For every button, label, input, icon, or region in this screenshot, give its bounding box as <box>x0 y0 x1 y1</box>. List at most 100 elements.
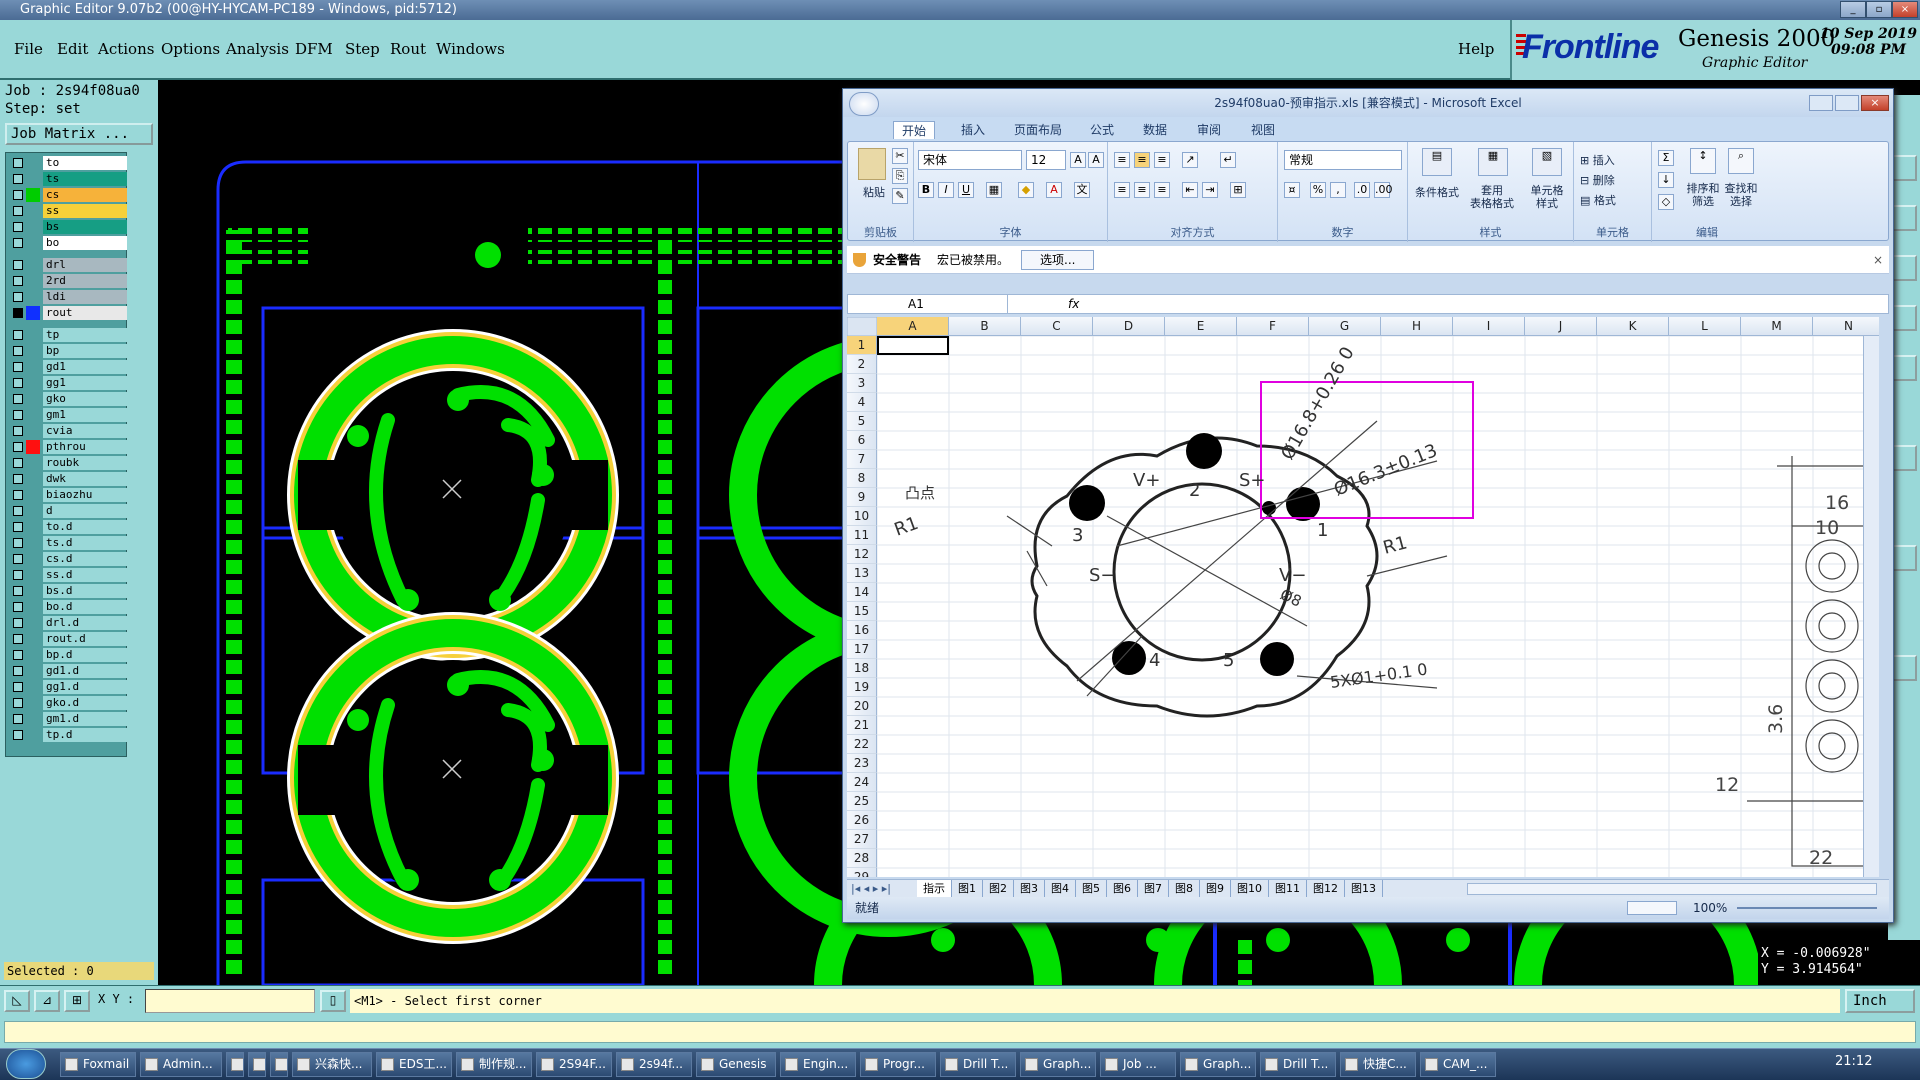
number-format-select[interactable]: 常规 <box>1284 150 1402 170</box>
autosum-icon[interactable]: Σ <box>1658 150 1674 166</box>
taskbar-button[interactable]: Job ... <box>1100 1052 1176 1077</box>
row-header[interactable]: 27 <box>847 830 877 849</box>
measure-icon[interactable]: ⊿ <box>34 990 60 1012</box>
layer-name[interactable]: bs.d <box>43 584 127 598</box>
layer-checkbox[interactable] <box>13 490 23 500</box>
percent-icon[interactable]: % <box>1310 182 1326 198</box>
layer-name[interactable]: tp.d <box>43 728 127 742</box>
layer-row-bo[interactable]: bo <box>8 235 128 251</box>
sheet-tab[interactable]: 图7 <box>1138 880 1169 898</box>
row-header[interactable]: 29 <box>847 868 877 877</box>
orientation-icon[interactable]: ↗ <box>1182 152 1198 168</box>
sheet-tab[interactable]: 图1 <box>952 880 983 898</box>
layer-row-pthrou[interactable]: pthrou <box>8 439 128 455</box>
layer-row-bs[interactable]: bs <box>8 219 128 235</box>
layer-checkbox[interactable] <box>13 474 23 484</box>
paste-icon[interactable] <box>858 148 886 180</box>
layer-checkbox[interactable] <box>13 158 23 168</box>
layer-checkbox[interactable] <box>13 308 23 318</box>
layer-checkbox[interactable] <box>13 394 23 404</box>
align-bottom-icon[interactable]: ≡ <box>1154 152 1170 168</box>
layer-row-drl.d[interactable]: drl.d <box>8 615 128 631</box>
layer-name[interactable]: dwk <box>43 472 127 486</box>
minimize-button[interactable]: _ <box>1840 1 1866 18</box>
find-select-button[interactable]: 查找和 选择 <box>1720 182 1762 208</box>
layer-checkbox[interactable] <box>13 378 23 388</box>
tool-button-8[interactable] <box>1891 655 1917 681</box>
layer-name[interactable]: cs.d <box>43 552 127 566</box>
taskbar-button[interactable]: CAM_... <box>1420 1052 1496 1077</box>
layer-name[interactable]: rout.d <box>43 632 127 646</box>
cut-icon[interactable]: ✂ <box>892 148 908 164</box>
layer-row-biaozhu[interactable]: biaozhu <box>8 487 128 503</box>
layer-name[interactable]: gg1.d <box>43 680 127 694</box>
sort-filter-button[interactable]: 排序和 筛选 <box>1682 182 1724 208</box>
row-header[interactable]: 13 <box>847 564 877 583</box>
format-cells-button[interactable]: ▤ 格式 <box>1580 192 1616 208</box>
layer-checkbox[interactable] <box>13 522 23 532</box>
vertical-scrollbar[interactable] <box>1863 336 1879 877</box>
column-header[interactable]: H <box>1381 317 1453 336</box>
tool-button-7[interactable] <box>1891 545 1917 571</box>
taskbar-button[interactable]: 快捷C... <box>1340 1052 1416 1077</box>
sort-filter-icon[interactable]: ↕ <box>1690 148 1716 174</box>
row-header[interactable]: 26 <box>847 811 877 830</box>
layer-checkbox[interactable] <box>13 330 23 340</box>
row-header[interactable]: 11 <box>847 526 877 545</box>
fx-icon[interactable]: fx <box>1068 295 1079 313</box>
sheet-tab[interactable]: 图8 <box>1169 880 1200 898</box>
layer-checkbox[interactable] <box>13 442 23 452</box>
decrease-indent-icon[interactable]: ⇤ <box>1182 182 1198 198</box>
layer-checkbox[interactable] <box>13 666 23 676</box>
layer-checkbox[interactable] <box>13 362 23 372</box>
formula-input[interactable] <box>1088 295 1868 313</box>
menu-edit[interactable]: Edit <box>57 40 88 58</box>
excel-close-button[interactable]: × <box>1861 95 1889 111</box>
row-header[interactable]: 6 <box>847 431 877 450</box>
maximize-button[interactable]: ▫ <box>1866 1 1892 18</box>
start-button[interactable] <box>6 1049 46 1079</box>
layer-name[interactable]: ldi <box>43 290 127 304</box>
shrink-font-icon[interactable]: A <box>1088 152 1104 168</box>
insert-cells-button[interactable]: ⊞ 插入 <box>1580 152 1615 168</box>
layer-row-gko.d[interactable]: gko.d <box>8 695 128 711</box>
taskbar-button[interactable]: 兴森快... <box>292 1052 372 1077</box>
tab-formulas[interactable]: 公式 <box>1090 121 1114 138</box>
layer-checkbox[interactable] <box>13 730 23 740</box>
layer-row-gd1.d[interactable]: gd1.d <box>8 663 128 679</box>
layer-row-gm1[interactable]: gm1 <box>8 407 128 423</box>
taskbar-button[interactable]: EDS工... <box>376 1052 452 1077</box>
layer-checkbox[interactable] <box>13 602 23 612</box>
layer-checkbox[interactable] <box>13 682 23 692</box>
row-header[interactable]: 20 <box>847 697 877 716</box>
layer-checkbox[interactable] <box>13 714 23 724</box>
menu-options[interactable]: Options <box>161 40 220 58</box>
layer-checkbox[interactable] <box>13 292 23 302</box>
underline-icon[interactable]: U <box>958 182 974 198</box>
layer-row-ss.d[interactable]: ss.d <box>8 567 128 583</box>
row-header[interactable]: 3 <box>847 374 877 393</box>
menu-actions[interactable]: Actions <box>98 40 154 58</box>
layer-row-ldi[interactable]: ldi <box>8 289 128 305</box>
layer-checkbox[interactable] <box>13 222 23 232</box>
layer-row-roubk[interactable]: roubk <box>8 455 128 471</box>
sheet-tab[interactable]: 图4 <box>1045 880 1076 898</box>
layer-row-rout[interactable]: rout <box>8 305 128 321</box>
row-header[interactable]: 4 <box>847 393 877 412</box>
row-header[interactable]: 28 <box>847 849 877 868</box>
align-left-icon[interactable]: ≡ <box>1114 182 1130 198</box>
layer-name[interactable]: ss.d <box>43 568 127 582</box>
row-header[interactable]: 21 <box>847 716 877 735</box>
taskbar-button[interactable]: Foxmail <box>60 1052 136 1077</box>
border-icon[interactable]: ▦ <box>986 182 1002 198</box>
layer-name[interactable]: drl <box>43 258 127 272</box>
tool-button-4[interactable] <box>1891 305 1917 331</box>
taskbar-button[interactable] <box>226 1052 244 1077</box>
column-header[interactable]: G <box>1309 317 1381 336</box>
layer-row-bs.d[interactable]: bs.d <box>8 583 128 599</box>
info-icon[interactable]: ▯ <box>320 990 346 1012</box>
row-header[interactable]: 19 <box>847 678 877 697</box>
sheet-tab[interactable]: 图3 <box>1014 880 1045 898</box>
menu-help[interactable]: Help <box>1458 40 1494 58</box>
taskbar-button[interactable]: Genesis <box>696 1052 776 1077</box>
